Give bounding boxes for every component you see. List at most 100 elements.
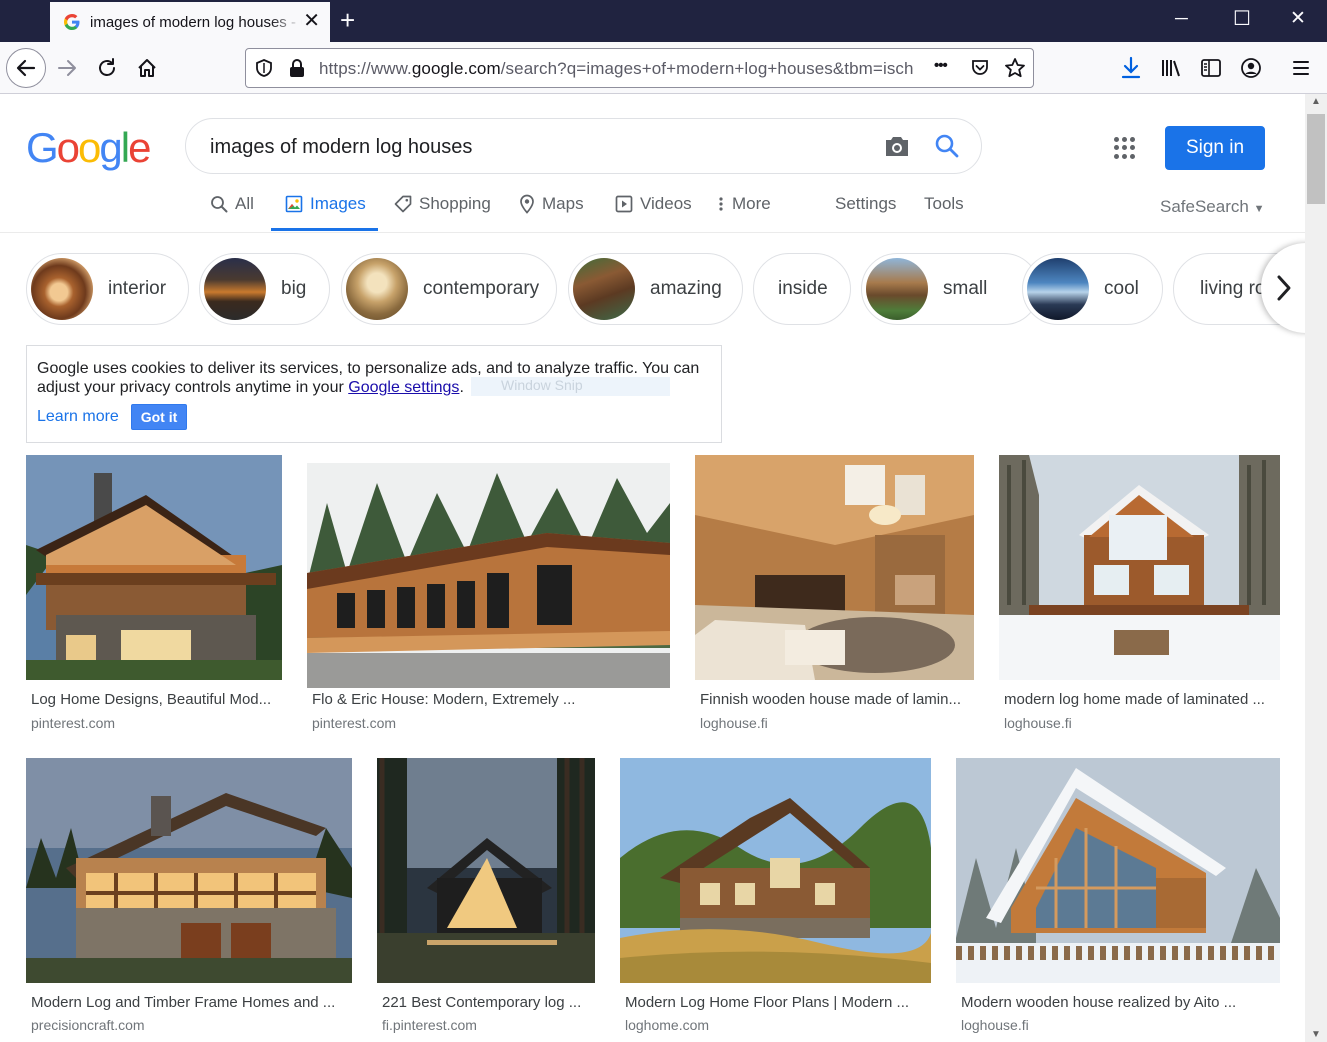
safesearch-label: SafeSearch: [1160, 197, 1249, 216]
result-title[interactable]: Flo & Eric House: Modern, Extremely ...: [312, 691, 575, 708]
tab-label: Maps: [542, 194, 584, 213]
account-icon[interactable]: [1240, 57, 1262, 79]
tag-icon: [394, 195, 412, 213]
scroll-up-icon[interactable]: ▲: [1311, 96, 1321, 107]
search-box[interactable]: images of modern log houses: [185, 118, 982, 174]
hamburger-menu-icon[interactable]: [1291, 58, 1311, 78]
chip-interior[interactable]: interior: [26, 253, 189, 325]
result-title[interactable]: 221 Best Contemporary log ...: [382, 994, 581, 1011]
tab-label: All: [235, 194, 254, 213]
result-site[interactable]: loghome.com: [625, 1017, 709, 1033]
logo-letter: o: [78, 124, 101, 171]
maximize-button[interactable]: ☐: [1233, 6, 1251, 31]
pocket-icon[interactable]: [970, 58, 990, 78]
page-scrollbar[interactable]: ▲ ▼: [1305, 94, 1327, 1042]
window-close-button[interactable]: ✕: [1290, 7, 1306, 30]
result-image[interactable]: [956, 758, 1280, 983]
active-tab-indicator: [271, 228, 378, 231]
downloads-icon[interactable]: [1120, 56, 1142, 80]
chip-small[interactable]: small: [861, 253, 1040, 325]
chip-big[interactable]: big: [199, 253, 330, 325]
tab-videos[interactable]: Videos: [615, 194, 692, 214]
tab-tools[interactable]: Tools: [924, 194, 964, 214]
result-title[interactable]: Modern Log Home Floor Plans | Modern ...: [625, 994, 909, 1011]
result-title[interactable]: Modern wooden house realized by Aito ...: [961, 994, 1236, 1011]
tab-shopping[interactable]: Shopping: [394, 194, 491, 214]
browser-toolbar: https://www.google.com/search?q=images+o…: [0, 42, 1327, 94]
result-image[interactable]: [26, 455, 282, 680]
reload-button[interactable]: [89, 50, 125, 86]
chip-thumbnail: [346, 258, 408, 320]
result-title[interactable]: Log Home Designs, Beautiful Mod...: [31, 691, 271, 708]
tab-close-icon[interactable]: ✕: [303, 11, 320, 31]
home-icon: [138, 59, 156, 77]
sign-in-button[interactable]: Sign in: [1165, 126, 1265, 170]
tab-images[interactable]: Images: [285, 194, 366, 214]
scroll-down-icon[interactable]: ▼: [1311, 1029, 1321, 1040]
tab-more[interactable]: More: [718, 194, 771, 214]
tab-settings[interactable]: Settings: [835, 194, 896, 214]
result-site[interactable]: pinterest.com: [31, 715, 115, 731]
bookmark-star-icon[interactable]: [1004, 57, 1026, 79]
result-site[interactable]: precisioncraft.com: [31, 1017, 145, 1033]
chip-thumbnail: [204, 258, 266, 320]
result-image[interactable]: [377, 758, 595, 983]
library-icon[interactable]: [1160, 57, 1182, 79]
url-text[interactable]: https://www.google.com/search?q=images+o…: [319, 59, 924, 79]
chip-amazing[interactable]: amazing: [568, 253, 743, 325]
result-image[interactable]: [999, 455, 1280, 680]
chip-contemporary[interactable]: contemporary: [341, 253, 557, 325]
tab-label: Tools: [924, 194, 964, 213]
tab-all[interactable]: All: [210, 194, 254, 214]
tab-maps[interactable]: Maps: [519, 194, 584, 214]
search-icon[interactable]: [934, 133, 960, 159]
new-tab-button[interactable]: +: [340, 6, 355, 34]
chip-label: amazing: [650, 278, 722, 299]
logo-letter: l: [120, 124, 130, 171]
result-title[interactable]: Finnish wooden house made of lamin...: [700, 691, 961, 708]
tab-label: Videos: [640, 194, 692, 213]
result-image[interactable]: [26, 758, 352, 983]
address-bar[interactable]: https://www.google.com/search?q=images+o…: [245, 48, 1034, 88]
logo-letter: G: [26, 124, 59, 171]
chip-label: inside: [778, 278, 828, 299]
google-apps-icon[interactable]: [1114, 137, 1136, 159]
result-title[interactable]: modern log home made of laminated ...: [1004, 691, 1265, 708]
got-it-button[interactable]: Got it: [131, 404, 187, 430]
result-image[interactable]: [620, 758, 931, 983]
result-image[interactable]: [307, 463, 670, 688]
result-title[interactable]: Modern Log and Timber Frame Homes and ..…: [31, 994, 335, 1011]
result-image[interactable]: [695, 455, 974, 680]
result-site[interactable]: fi.pinterest.com: [382, 1017, 477, 1033]
sidebar-icon[interactable]: [1200, 57, 1222, 79]
chip-label: interior: [108, 278, 167, 299]
search-input[interactable]: images of modern log houses: [210, 136, 472, 159]
safesearch-dropdown[interactable]: SafeSearch ▼: [1160, 197, 1264, 217]
minimize-button[interactable]: ─: [1175, 8, 1188, 29]
forward-button[interactable]: [49, 50, 85, 86]
scrollbar-thumb[interactable]: [1307, 114, 1325, 204]
learn-more-link[interactable]: Learn more: [37, 408, 119, 426]
chip-label: cool: [1104, 278, 1139, 299]
lock-icon[interactable]: [288, 58, 306, 78]
tab-title: images of modern log houses - Google: [90, 13, 302, 31]
result-site[interactable]: loghouse.fi: [961, 1017, 1029, 1033]
chip-inside[interactable]: inside: [753, 253, 851, 325]
camera-icon[interactable]: [883, 133, 911, 159]
chip-label: living ro: [1200, 278, 1266, 299]
google-settings-link[interactable]: Google settings: [348, 379, 459, 396]
browser-tab[interactable]: images of modern log houses - Google ✕: [50, 2, 330, 42]
page-actions-icon[interactable]: •••: [934, 57, 948, 74]
result-site[interactable]: pinterest.com: [312, 715, 396, 731]
home-button[interactable]: [129, 50, 165, 86]
chip-cool[interactable]: cool: [1022, 253, 1163, 325]
tab-label: Settings: [835, 194, 897, 213]
tracking-protection-shield-icon[interactable]: [254, 58, 274, 78]
google-logo[interactable]: Google: [26, 124, 151, 172]
result-site[interactable]: loghouse.fi: [1004, 715, 1072, 731]
back-button[interactable]: [6, 48, 46, 88]
map-pin-icon: [520, 194, 534, 214]
result-site[interactable]: loghouse.fi: [700, 715, 768, 731]
chip-label: big: [281, 278, 307, 299]
related-searches-chips: interior big contemporary amazing inside…: [26, 253, 1305, 325]
